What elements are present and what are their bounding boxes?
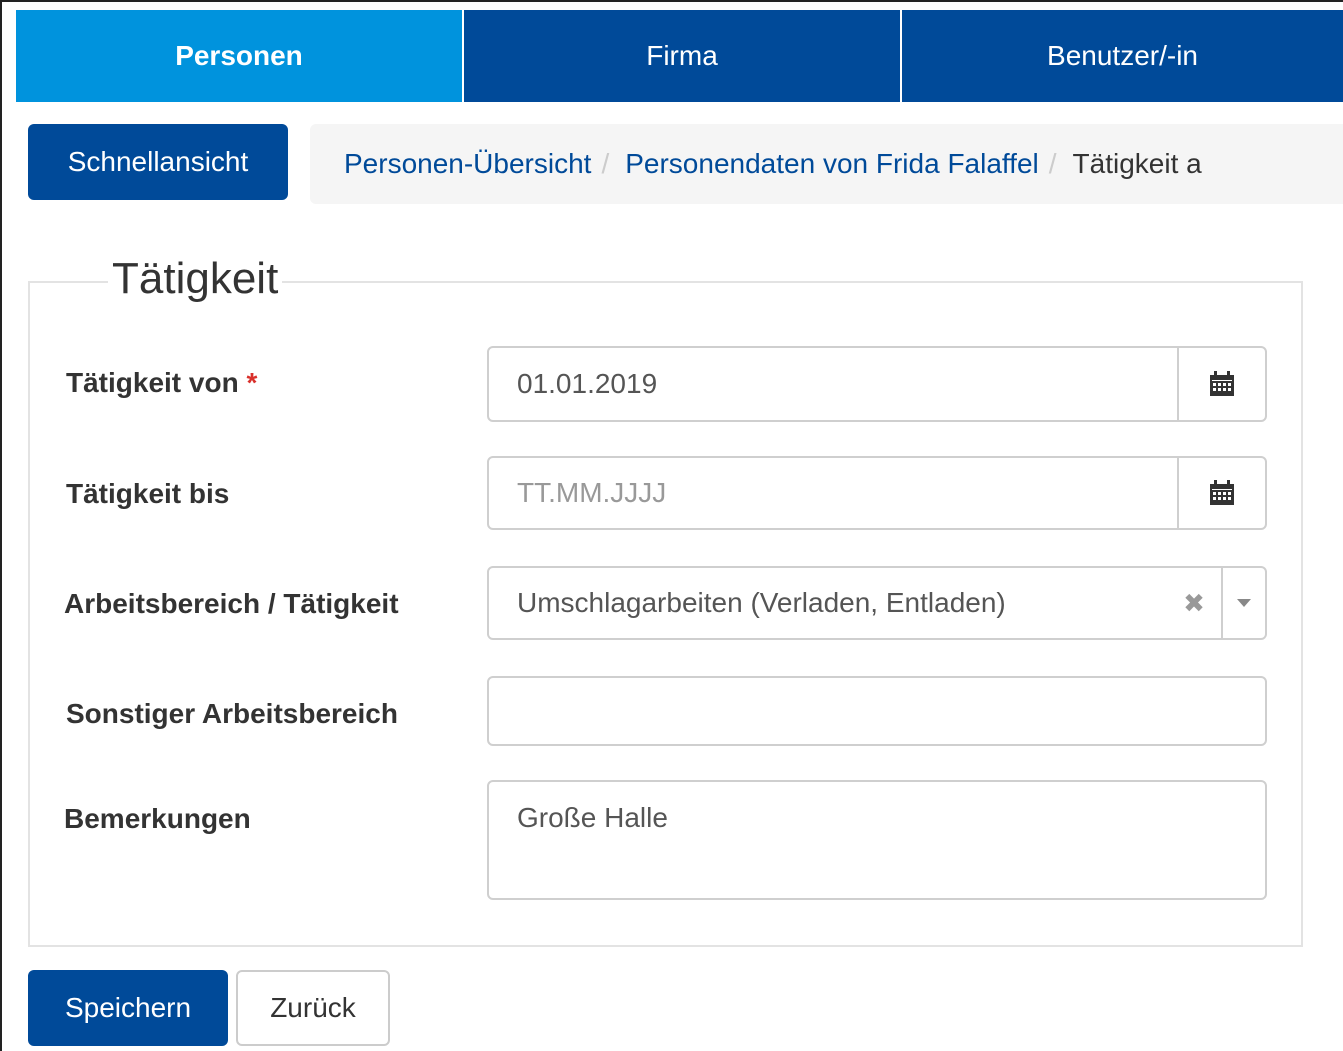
breadcrumb-link-person-data[interactable]: Personendaten von Frida Falaffel — [625, 148, 1039, 180]
calendar-icon — [1210, 480, 1234, 505]
work-area-selected-value: Umschlagarbeiten (Verladen, Entladen) — [517, 587, 1006, 618]
breadcrumb: Personen-Übersicht / Personendaten von F… — [310, 124, 1343, 204]
back-button[interactable]: Zurück — [236, 970, 390, 1046]
notes-textarea[interactable]: Große Halle — [487, 780, 1267, 900]
other-area-input[interactable] — [487, 676, 1267, 746]
activity-to-label: Tätigkeit bis — [66, 478, 230, 509]
notes-value: Große Halle — [517, 802, 668, 833]
activity-to-placeholder: TT.MM.JJJJ — [517, 477, 667, 508]
dropdown-toggle[interactable] — [1221, 568, 1265, 638]
quick-view-button[interactable]: Schnellansicht — [28, 124, 288, 200]
work-area-select[interactable]: Umschlagarbeiten (Verladen, Entladen) ✖ — [487, 566, 1267, 640]
breadcrumb-current: Tätigkeit a — [1072, 148, 1202, 179]
activity-from-field[interactable]: 01.01.2019 — [487, 346, 1267, 422]
breadcrumb-separator: / — [1048, 148, 1057, 179]
breadcrumb-separator: / — [601, 148, 610, 179]
activity-to-field[interactable]: TT.MM.JJJJ — [487, 456, 1267, 530]
breadcrumb-link-persons-overview[interactable]: Personen-Übersicht — [344, 148, 591, 180]
tab-benutzer[interactable]: Benutzer/-in — [900, 10, 1343, 102]
tab-personen[interactable]: Personen — [16, 10, 462, 102]
activity-from-value: 01.01.2019 — [517, 368, 658, 399]
clear-icon[interactable]: ✖ — [1179, 568, 1209, 638]
activity-from-label-text: Tätigkeit von — [66, 367, 239, 398]
notes-label: Bemerkungen — [64, 803, 251, 834]
activity-from-calendar-button[interactable] — [1177, 348, 1265, 420]
activity-to-calendar-button[interactable] — [1177, 458, 1265, 528]
calendar-icon — [1210, 371, 1234, 396]
chevron-down-icon — [1237, 599, 1251, 607]
other-area-label: Sonstiger Arbeitsbereich — [66, 698, 398, 729]
top-navigation: Personen Firma Benutzer/-in — [16, 10, 1343, 102]
fieldset-legend: Tätigkeit — [108, 254, 283, 304]
work-area-label: Arbeitsbereich / Tätigkeit — [64, 588, 399, 619]
required-marker: * — [246, 367, 258, 398]
save-button[interactable]: Speichern — [28, 970, 228, 1046]
activity-from-label: Tätigkeit von * — [66, 367, 257, 399]
tab-firma[interactable]: Firma — [462, 10, 900, 102]
